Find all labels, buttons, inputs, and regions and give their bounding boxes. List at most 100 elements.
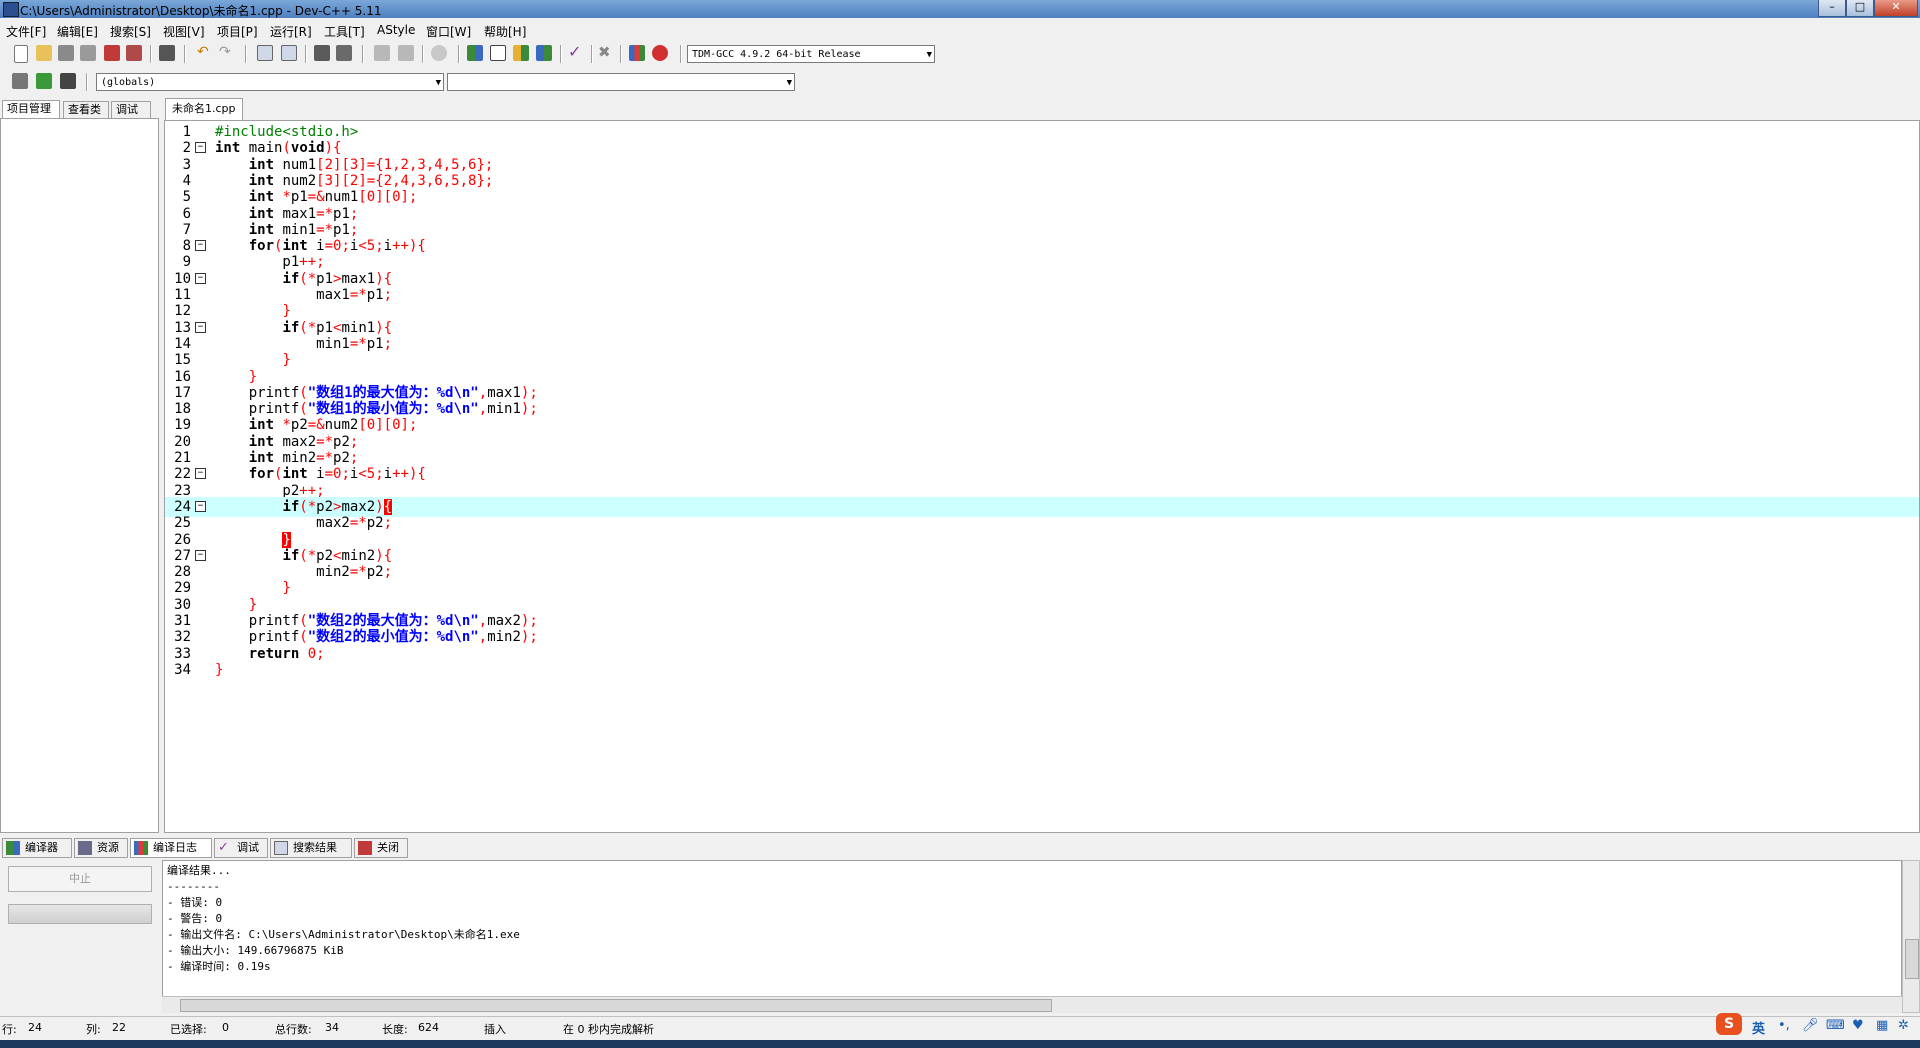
scope-select[interactable]: (globals) ▼ [96,73,444,91]
log-line: - 编译时间: 0.19s [167,960,271,973]
symbol-select[interactable]: ▼ [447,73,795,91]
log-line: - 输出文件名: C:\Users\Administrator\Desktop\… [167,928,520,941]
stop-execution-icon[interactable]: ✖ [598,45,614,61]
scrollbar-thumb[interactable] [180,999,1052,1012]
menu-search[interactable]: 搜索[S] [110,23,151,40]
delete-profile-icon[interactable] [652,45,668,61]
maximize-button[interactable]: □ [1846,0,1874,17]
status-length-label: 长度: [382,1023,408,1036]
tab-search-results-label: 搜索结果 [293,841,337,854]
run-icon[interactable] [490,45,506,61]
ime-language-indicator[interactable]: 英 [1752,1018,1765,1037]
fold-toggle-icon[interactable]: − [195,272,206,284]
status-selected-label: 已选择: [170,1023,207,1036]
menu-view[interactable]: 视图[V] [163,23,205,40]
toolbar-separator [422,45,424,63]
close-all-icon[interactable] [126,45,142,61]
tab-project-manager[interactable]: 项目管理 [2,100,60,118]
tab-close-label: 关闭 [377,841,399,854]
code-line[interactable]: 34} [165,660,1919,680]
save-icon[interactable] [58,45,74,61]
find-icon[interactable] [257,45,273,61]
toolbar-separator [458,45,460,63]
toolbar-separator [680,45,682,63]
profile-icon[interactable] [629,45,645,61]
toolbar-separator [560,45,562,63]
tab-debug[interactable]: 调试 [111,101,151,119]
menu-bar: 文件[F] 编辑[E] 搜索[S] 视图[V] 项目[P] 运行[R] 工具[T… [0,20,1920,40]
menu-window[interactable]: 窗口[W] [426,23,471,40]
tab-close[interactable]: 关闭 [354,838,408,858]
log-vertical-scrollbar[interactable] [1902,860,1920,1013]
log-horizontal-scrollbar[interactable] [162,996,1902,1013]
menu-help[interactable]: 帮助[H] [484,23,526,40]
compiler-select[interactable]: TDM-GCC 4.9.2 64-bit Release ▼ [687,45,935,63]
toggle-comment-icon[interactable] [431,45,447,61]
toolbar-separator [245,45,247,63]
tab-search-results[interactable]: 搜索结果 [270,838,352,858]
fold-toggle-icon[interactable]: − [195,549,206,561]
compile-icon[interactable] [467,45,483,61]
toolbar-separator [591,45,593,63]
rebuild-all-icon[interactable] [536,45,552,61]
fold-toggle-icon[interactable]: − [195,468,206,480]
chevron-down-icon: ▼ [786,78,792,88]
goto-declaration-icon[interactable] [36,73,52,89]
menu-edit[interactable]: 编辑[E] [57,23,98,40]
settings-icon[interactable]: ✲ [1898,1018,1909,1033]
punctuation-icon[interactable]: •, [1778,1018,1790,1033]
back-icon[interactable] [374,45,390,61]
forward-icon[interactable] [398,45,414,61]
log-line: - 输出大小: 149.66796875 KiB [167,944,344,957]
code-editor[interactable]: 1 #include<stdio.h> 2− int main(void){3 int… [164,120,1920,833]
menu-file[interactable]: 文件[F] [6,23,46,40]
project-panel[interactable] [0,118,159,833]
goto-definition-icon[interactable] [60,73,76,89]
editor-file-tab[interactable]: 未命名1.cpp [165,98,243,120]
abort-button[interactable]: 中止 [8,866,152,892]
compile-run-icon[interactable] [513,45,529,61]
print-icon[interactable] [159,45,175,61]
open-file-icon[interactable] [36,45,52,61]
close-file-icon[interactable] [104,45,120,61]
bookmark-icon[interactable] [336,45,352,61]
keyboard-icon[interactable]: ⌨ [1826,1018,1845,1033]
line-number: 34 [174,661,191,678]
toolbox-icon[interactable]: ▦ [1876,1018,1888,1033]
sogou-ime-icon[interactable]: S [1716,1013,1742,1035]
minimize-button[interactable]: – [1818,0,1846,17]
status-selected: 0 [222,1021,229,1034]
microphone-icon[interactable]: 🎤︎ [1802,1018,1819,1033]
menu-run[interactable]: 运行[R] [270,23,312,40]
tab-debug-output[interactable]: ✓ 调试 [214,838,268,858]
scrollbar-thumb[interactable] [1905,939,1919,979]
fold-toggle-icon[interactable]: − [195,500,206,512]
new-file-icon[interactable] [14,45,28,63]
tab-class-browser[interactable]: 查看类 [63,101,109,119]
save-all-icon[interactable] [80,45,96,61]
tab-compile-log[interactable]: 编译日志 [130,838,212,858]
tab-compiler[interactable]: 编译器 [2,838,72,858]
skin-icon[interactable]: ♥ [1852,1018,1864,1033]
compile-log-tab-icon [134,841,148,855]
tab-resources[interactable]: 资源 [74,838,128,858]
fold-toggle-icon[interactable]: − [195,142,206,154]
chevron-down-icon: ▼ [926,50,932,60]
undo-icon[interactable]: ↶ [197,45,213,61]
check-syntax-icon[interactable]: ✓ [568,44,584,61]
status-col-label: 列: [86,1023,101,1036]
fold-toggle-icon[interactable]: − [195,240,206,252]
goto-line-icon[interactable] [314,45,330,61]
menu-project[interactable]: 项目[P] [217,23,258,40]
compile-log[interactable]: 编译结果... -------- - 错误: 0 - 警告: 0 - 输出文件名… [162,860,1902,1013]
windows-taskbar [0,1040,1920,1048]
menu-tools[interactable]: 工具[T] [324,23,365,40]
tab-compiler-label: 编译器 [25,841,58,854]
insert-icon[interactable] [12,73,28,89]
replace-icon[interactable] [281,45,297,61]
menu-astyle[interactable]: AStyle [377,23,415,37]
close-window-button[interactable]: ✕ [1874,0,1918,17]
redo-icon[interactable]: ↷ [219,45,235,61]
fold-toggle-icon[interactable]: − [195,321,206,333]
title-bar: C:\Users\Administrator\Desktop\未命名1.cpp … [0,0,1920,18]
